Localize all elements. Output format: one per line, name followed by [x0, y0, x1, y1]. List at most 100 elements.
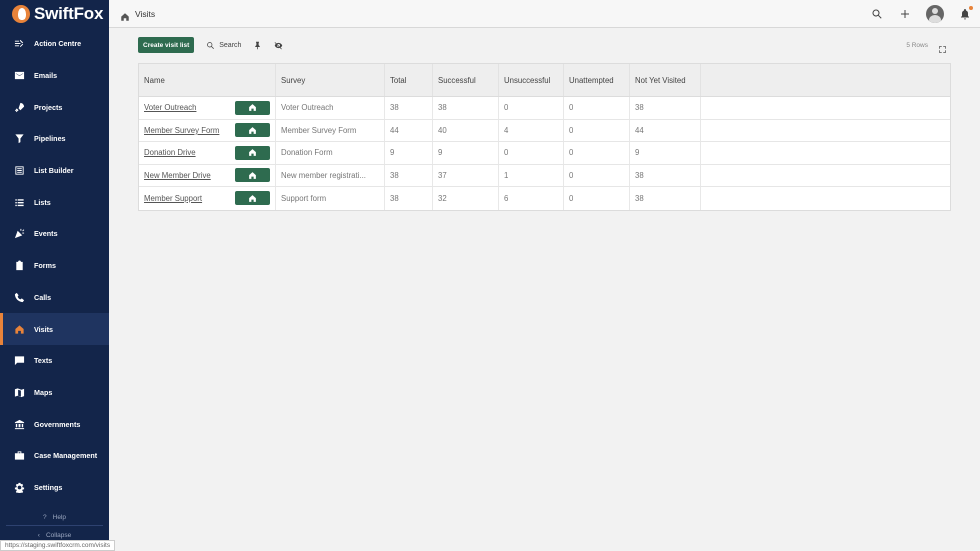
unattempted-cell: 0	[564, 97, 630, 119]
sidebar-item-list-builder[interactable]: List Builder	[0, 155, 109, 187]
phone-icon	[14, 292, 25, 303]
pin-button[interactable]	[253, 41, 262, 50]
sidebar-item-forms[interactable]: Forms	[0, 250, 109, 282]
sidebar-item-lists[interactable]: Lists	[0, 186, 109, 218]
visits-table: Name Survey Total Successful Unsuccessfu…	[138, 63, 951, 211]
visit-list-link[interactable]: Voter Outreach	[144, 103, 196, 112]
table-row: Member Survey Form Member Survey Form 44…	[139, 119, 950, 142]
actions-cell	[231, 187, 276, 210]
successful-cell: 32	[433, 187, 499, 210]
clipboard-icon	[14, 260, 25, 271]
survey-cell: Member Survey Form	[276, 119, 385, 141]
column-header-successful[interactable]: Successful	[433, 64, 499, 96]
visit-list-link[interactable]: New Member Drive	[144, 171, 211, 180]
column-header-survey[interactable]: Survey	[276, 64, 385, 96]
sidebar-item-projects[interactable]: Projects	[0, 91, 109, 123]
mail-icon	[14, 70, 25, 81]
sidebar-item-label: Emails	[34, 71, 58, 81]
spacer-cell	[701, 142, 950, 164]
sidebar-item-label: Action Centre	[34, 39, 82, 49]
successful-cell: 40	[433, 119, 499, 141]
sidebar-item-maps[interactable]: Maps	[0, 377, 109, 409]
sidebar-item-calls[interactable]: Calls	[0, 282, 109, 314]
unattempted-cell: 0	[564, 119, 630, 141]
create-visit-list-button[interactable]: Create visit list	[138, 37, 195, 53]
bell-icon[interactable]	[958, 6, 973, 21]
unattempted-cell: 0	[564, 142, 630, 164]
column-header-name[interactable]: Name	[139, 64, 231, 96]
list-icon	[14, 197, 25, 208]
sidebar-item-settings[interactable]: Settings	[0, 472, 109, 504]
start-visit-button[interactable]	[235, 168, 270, 183]
column-header-not-yet-visited[interactable]: Not Yet Visited	[630, 64, 701, 96]
column-header-unsuccessful[interactable]: Unsuccessful	[499, 64, 564, 96]
sidebar-item-label: Events	[34, 229, 58, 239]
sidebar-item-events[interactable]: Events	[0, 218, 109, 250]
sidebar-item-label: Case Management	[34, 451, 98, 461]
sidebar-item-label: Settings	[34, 482, 63, 492]
brand[interactable]: SwiftFox	[0, 0, 109, 28]
add-icon[interactable]	[898, 7, 912, 21]
status-bar-url: https://staging.swiftfoxcrm.com/visits	[0, 540, 116, 551]
pin-icon	[255, 41, 261, 49]
column-header-unattempted[interactable]: Unattempted	[564, 64, 630, 96]
sidebar-item-case-management[interactable]: Case Management	[0, 440, 109, 472]
rocket-icon	[14, 102, 25, 113]
sidebar-item-label: Projects	[34, 102, 63, 112]
survey-cell: Donation Form	[276, 142, 385, 164]
search-button[interactable]: Search	[206, 41, 241, 50]
briefcase-icon	[14, 450, 25, 461]
actions-cell	[231, 119, 276, 141]
start-visit-button[interactable]	[235, 191, 270, 206]
sidebar-item-label: Lists	[34, 197, 51, 207]
sidebar-divider	[6, 525, 103, 526]
house-walk-icon	[249, 194, 256, 202]
total-cell: 9	[385, 142, 433, 164]
name-cell: Member Survey Form	[139, 120, 231, 142]
visit-list-link[interactable]: Member Survey Form	[144, 126, 219, 135]
sidebar-item-action-centre[interactable]: Action Centre	[0, 28, 109, 60]
top-bar: Visits	[109, 0, 980, 28]
table-toolbar: Create visit list Search 5 Rows	[138, 37, 951, 53]
sidebar-item-label: Maps	[34, 387, 53, 397]
table-header: Name Survey Total Successful Unsuccessfu…	[139, 64, 950, 97]
house-walk-icon	[249, 171, 256, 179]
total-cell: 38	[385, 187, 433, 210]
successful-cell: 9	[433, 142, 499, 164]
help-link[interactable]: ? Help	[0, 510, 109, 524]
total-cell: 38	[385, 164, 433, 186]
sidebar-item-emails[interactable]: Emails	[0, 60, 109, 92]
map-icon	[14, 387, 25, 398]
column-header-spacer	[701, 64, 950, 96]
sidebar-item-governments[interactable]: Governments	[0, 408, 109, 440]
fullscreen-icon[interactable]	[938, 41, 947, 53]
help-label: Help	[52, 513, 66, 521]
visit-list-link[interactable]: Donation Drive	[144, 148, 196, 157]
sidebar-item-label: Texts	[34, 356, 53, 366]
start-visit-button[interactable]	[235, 145, 270, 160]
sidebar-nav: Action Centre Emails Projects Pipelines …	[0, 28, 109, 503]
sidebar-item-texts[interactable]: Texts	[0, 345, 109, 377]
swiftfox-logo-icon	[12, 5, 30, 23]
start-visit-button[interactable]	[235, 100, 270, 115]
spacer-cell	[701, 187, 950, 210]
not-yet-visited-cell: 38	[630, 187, 701, 210]
hide-columns-button[interactable]	[274, 41, 283, 50]
visit-list-link[interactable]: Member Support	[144, 194, 202, 203]
search-icon[interactable]	[870, 7, 884, 21]
name-cell: Voter Outreach	[139, 97, 231, 119]
avatar[interactable]	[926, 5, 944, 23]
sidebar-item-pipelines[interactable]: Pipelines	[0, 123, 109, 155]
column-header-total[interactable]: Total	[385, 64, 433, 96]
sidebar-item-visits[interactable]: Visits	[0, 313, 109, 345]
start-visit-button[interactable]	[235, 123, 270, 138]
sidebar-item-label: Calls	[34, 292, 52, 302]
table-row: New Member Drive New member registrati..…	[139, 164, 950, 187]
chat-icon	[14, 355, 25, 366]
house-walk-icon	[14, 324, 25, 335]
house-walk-icon	[249, 149, 256, 157]
total-cell: 44	[385, 119, 433, 141]
not-yet-visited-cell: 38	[630, 97, 701, 119]
table-row: Voter Outreach Voter Outreach 38 38 0 0 …	[139, 97, 950, 120]
sidebar-item-label: Visits	[34, 324, 54, 334]
